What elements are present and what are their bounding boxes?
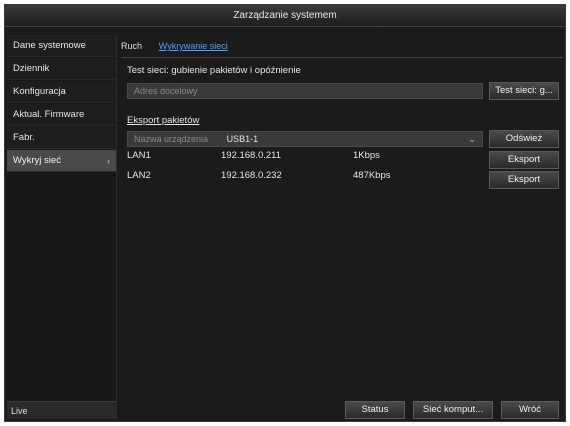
sidebar-item-system-info[interactable]: Dane systemowe	[7, 35, 116, 57]
interface-name: LAN2	[127, 170, 151, 181]
back-button[interactable]: Wróć	[501, 401, 559, 419]
status-button[interactable]: Status	[345, 401, 405, 419]
traffic-rate: 487Kbps	[353, 170, 391, 181]
tab-traffic[interactable]: Ruch	[121, 41, 142, 51]
table-row: LAN1 192.168.0.211 1Kbps	[127, 150, 487, 166]
tab-divider	[121, 57, 563, 58]
network-test-title: Test sieci: gubienie pakietów i opóźnien…	[127, 65, 301, 76]
ip-address: 192.168.0.211	[221, 150, 282, 161]
device-name-value: USB1-1	[226, 134, 259, 144]
target-address-input[interactable]: Adres docelowy	[127, 83, 483, 99]
system-management-window: Zarządzanie systemem Dane systemowe Dzie…	[4, 4, 566, 422]
tab-network-detection[interactable]: Wykrywanie sieci	[159, 41, 228, 51]
table-row: LAN2 192.168.0.232 487Kbps	[127, 170, 487, 186]
sidebar-item-firmware-update[interactable]: Aktual. Firmware	[7, 104, 116, 126]
live-view-button[interactable]: Live	[7, 401, 117, 419]
export-button-lan2[interactable]: Eksport	[489, 171, 559, 189]
chevron-down-icon: ⌄	[468, 134, 476, 144]
network-computer-button[interactable]: Sieć komput...	[413, 401, 493, 419]
main-panel: Ruch Wykrywanie sieci Test sieci: gubien…	[121, 35, 563, 419]
packet-export-title: Eksport pakietów	[127, 115, 200, 126]
window-title: Zarządzanie systemem	[5, 5, 565, 27]
sidebar-item-factory-reset[interactable]: Fabr.	[7, 127, 116, 149]
tab-bar: Ruch Wykrywanie sieci	[121, 41, 242, 55]
network-test-button[interactable]: Test sieci: g...	[489, 82, 559, 100]
ip-address: 192.168.0.232	[221, 170, 282, 181]
interface-name: LAN1	[127, 150, 151, 161]
sidebar-item-configuration[interactable]: Konfiguracja	[7, 81, 116, 103]
export-button-lan1[interactable]: Eksport	[489, 151, 559, 169]
refresh-button[interactable]: Odśwież	[489, 130, 559, 148]
sidebar-item-network-detection[interactable]: Wykryj sieć ›	[7, 150, 116, 172]
chevron-right-icon: ›	[107, 156, 110, 166]
sidebar: Dane systemowe Dziennik Konfiguracja Akt…	[7, 35, 117, 419]
sidebar-item-log[interactable]: Dziennik	[7, 58, 116, 80]
traffic-rate: 1Kbps	[353, 150, 380, 161]
device-name-select[interactable]: Nazwa urządzenia USB1-1 ⌄	[127, 131, 483, 147]
